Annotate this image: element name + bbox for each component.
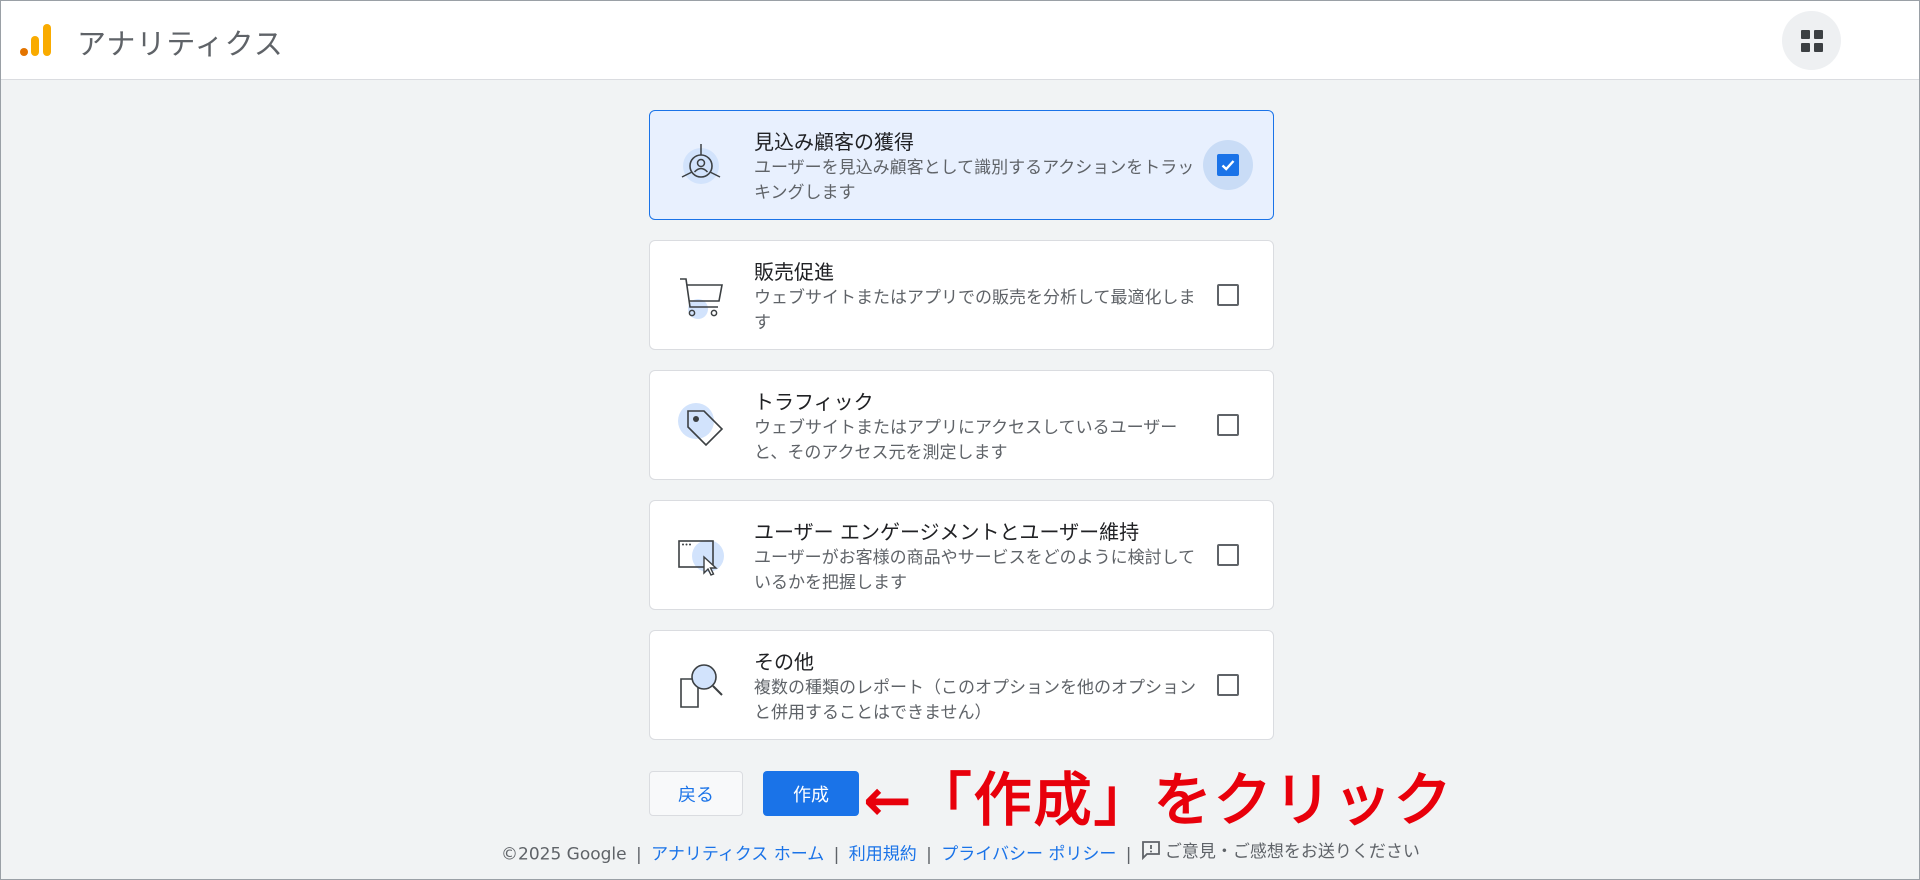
checkbox-unchecked-icon: [1217, 544, 1239, 566]
checkbox-unchecked-icon: [1217, 284, 1239, 306]
option-title: ユーザー エンゲージメントとユーザー維持: [754, 520, 1140, 544]
magnifier-icon: [680, 664, 723, 708]
option-card-engagement[interactable]: ユーザー エンゲージメントとユーザー維持 ユーザーがお客様の商品やサービスをどの…: [649, 500, 1274, 610]
feedback-link[interactable]: ご意見・ご感想をお送りください: [1141, 837, 1420, 862]
create-button[interactable]: 作成: [763, 771, 859, 816]
footer: ©2025 Google | アナリティクス ホーム | 利用規約 | プライバ…: [501, 837, 1421, 865]
top-app-bar: アナリティクス: [1, 1, 1919, 80]
feedback-icon: [1142, 840, 1160, 860]
option-card-traffic[interactable]: トラフィック ウェブサイトまたはアプリにアクセスしているユーザーと、そのアクセス…: [649, 370, 1274, 480]
option-checkbox[interactable]: [1203, 660, 1253, 710]
footer-separator: |: [1125, 844, 1132, 865]
option-title: トラフィック: [754, 390, 874, 414]
option-card-other[interactable]: その他 複数の種類のレポート（このオプションを他のオプションと併用することはでき…: [649, 630, 1274, 740]
shopping-cart-icon: [680, 278, 723, 319]
checkbox-unchecked-icon: [1217, 414, 1239, 436]
tag-icon: [678, 403, 724, 447]
app-title: アナリティクス: [77, 27, 284, 61]
feedback-label: ご意見・ご感想をお送りください: [1164, 842, 1420, 862]
option-description: 複数の種類のレポート（このオプションを他のオプションと併用することはできません）: [754, 678, 1196, 723]
apps-grid-icon: [1800, 29, 1823, 52]
link-terms[interactable]: 利用規約: [849, 845, 917, 865]
click-annotation: ←「作成」をクリック: [863, 766, 1454, 834]
option-description: ユーザーがお客様の商品やサービスをどのように検討しているかを把握します: [754, 548, 1196, 593]
apps-button[interactable]: [1782, 11, 1841, 70]
option-checkbox[interactable]: [1203, 530, 1253, 580]
footer-separator: |: [926, 844, 932, 865]
checkbox-checked-icon: [1217, 154, 1239, 176]
option-checkbox[interactable]: [1203, 140, 1253, 190]
option-card-lead-generation[interactable]: 見込み顧客の獲得 ユーザーを見込み顧客として識別するアクションをトラッキングしま…: [649, 110, 1274, 220]
copyright: ©2025 Google: [501, 844, 627, 865]
option-title: 販売促進: [754, 260, 834, 284]
option-description: ウェブサイトまたはアプリでの販売を分析して最適化します: [754, 288, 1196, 333]
link-analytics-home[interactable]: アナリティクス ホーム: [651, 845, 824, 865]
back-button[interactable]: 戻る: [649, 771, 743, 816]
browser-cursor-icon: [678, 540, 724, 576]
lead-target-icon: [681, 144, 721, 184]
option-title: その他: [754, 650, 814, 674]
footer-separator: |: [833, 844, 840, 865]
option-checkbox[interactable]: [1203, 270, 1253, 320]
app-window: アナリティクス 見込み顧客の獲得 ユーザーを見込み顧客として識別するアクションを…: [0, 0, 1920, 880]
option-description: ユーザーを見込み顧客として識別するアクションをトラッキングします: [754, 158, 1195, 203]
link-privacy-policy[interactable]: プライバシー ポリシー: [941, 845, 1116, 865]
checkbox-unchecked-icon: [1217, 674, 1239, 696]
option-title: 見込み顧客の獲得: [754, 130, 914, 154]
option-card-sales[interactable]: 販売促進 ウェブサイトまたはアプリでの販売を分析して最適化します: [649, 240, 1274, 350]
option-checkbox[interactable]: [1203, 400, 1253, 450]
option-description: ウェブサイトまたはアプリにアクセスしているユーザーと、そのアクセス元を測定します: [754, 418, 1178, 463]
footer-separator: |: [636, 844, 642, 865]
analytics-logo-icon: [20, 24, 51, 56]
